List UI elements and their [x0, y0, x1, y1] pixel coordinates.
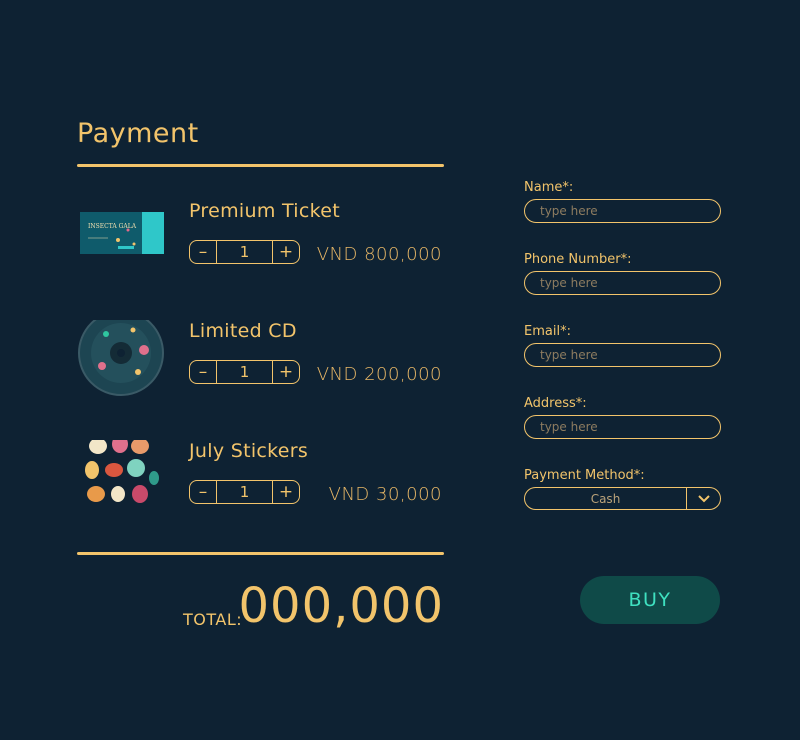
quantity-value[interactable]: 1 [217, 361, 272, 383]
item-name: July Stickers [189, 440, 309, 462]
decrease-button[interactable]: – [190, 481, 217, 503]
payment-method-value[interactable]: Cash [525, 488, 686, 509]
phone-label: Phone Number*: [524, 252, 632, 267]
cart-item-limited-cd: Limited CD – 1 + VND 200,000 [78, 310, 444, 420]
chevron-down-icon[interactable] [686, 488, 720, 509]
payment-method-group: Payment Method*: Cash [524, 468, 721, 510]
email-field-group: Email*: [524, 324, 721, 367]
buy-button[interactable]: BUY [580, 576, 720, 624]
item-name: Limited CD [189, 320, 297, 342]
increase-button[interactable]: + [272, 481, 299, 503]
cd-image [78, 310, 166, 408]
name-input[interactable] [524, 199, 721, 223]
increase-button[interactable]: + [272, 361, 299, 383]
ticket-logo-text: INSECTA GALA [88, 223, 137, 230]
item-price: VND 200,000 [316, 364, 442, 385]
quantity-stepper: – 1 + [189, 240, 300, 264]
cart-item-premium-ticket: INSECTA GALA Premium Ticket – 1 + VND 80… [78, 200, 444, 300]
increase-button[interactable]: + [272, 241, 299, 263]
item-price: VND 800,000 [316, 244, 442, 265]
page-title: Payment [77, 118, 199, 149]
quantity-stepper: – 1 + [189, 480, 300, 504]
phone-field-group: Phone Number*: [524, 252, 721, 295]
decrease-button[interactable]: – [190, 241, 217, 263]
ticket-image: INSECTA GALA [78, 200, 166, 288]
quantity-stepper: – 1 + [189, 360, 300, 384]
decrease-button[interactable]: – [190, 361, 217, 383]
quantity-value[interactable]: 1 [217, 481, 272, 503]
stickers-image [78, 435, 166, 528]
address-input[interactable] [524, 415, 721, 439]
item-name: Premium Ticket [189, 200, 340, 222]
payment-method-select[interactable]: Cash [524, 487, 721, 510]
item-price: VND 30,000 [328, 484, 442, 505]
payment-method-label: Payment Method*: [524, 468, 645, 483]
email-input[interactable] [524, 343, 721, 367]
cart-item-july-stickers: July Stickers – 1 + VND 30,000 [78, 435, 444, 540]
total-label: TOTAL: [183, 610, 243, 629]
quantity-value[interactable]: 1 [217, 241, 272, 263]
bottom-divider [77, 552, 444, 555]
top-divider [77, 164, 444, 167]
total-value: 000,000 [238, 578, 444, 634]
name-field-group: Name*: [524, 180, 721, 223]
address-label: Address*: [524, 396, 587, 411]
email-label: Email*: [524, 324, 571, 339]
phone-input[interactable] [524, 271, 721, 295]
name-label: Name*: [524, 180, 574, 195]
address-field-group: Address*: [524, 396, 721, 439]
